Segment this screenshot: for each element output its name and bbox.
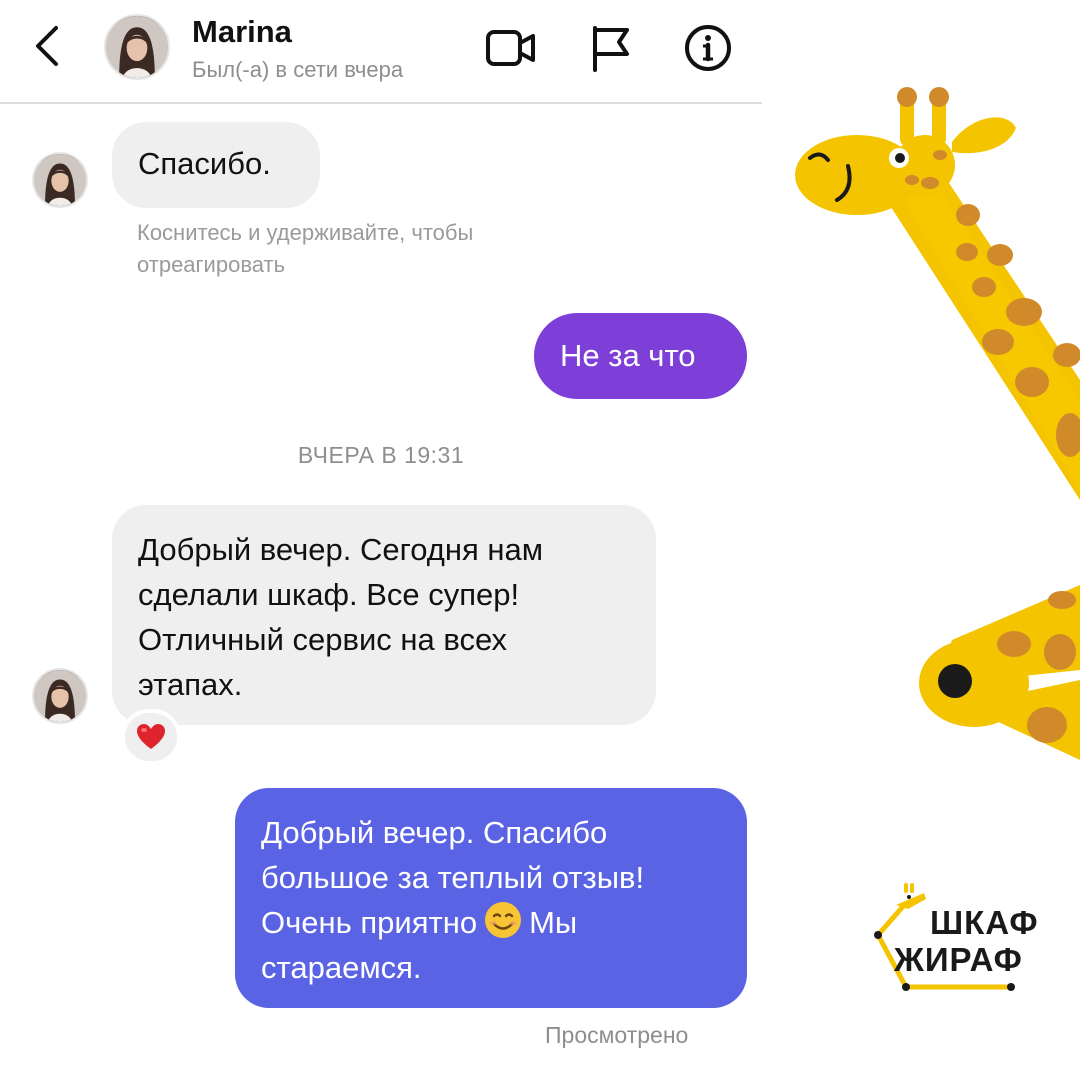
message-text: Очень приятно xyxy=(261,905,478,940)
seen-status: Просмотрено xyxy=(545,1022,689,1048)
reaction-hint: Коснитесь и удерживайте, чтобы отреагиро… xyxy=(137,220,474,277)
sender-avatar[interactable] xyxy=(32,668,88,724)
message-line: большое за теплый отзыв! xyxy=(261,860,645,895)
flag-icon xyxy=(593,26,629,72)
video-call-icon xyxy=(486,30,535,66)
smiling-face-emoji-icon xyxy=(485,902,522,938)
message-line: Добрый вечер. Спасибо xyxy=(261,815,608,850)
message-line: Очень приятно Мы xyxy=(261,900,721,945)
message-line: Добрый вечер. Сегодня нам xyxy=(138,532,544,567)
report-button[interactable] xyxy=(585,22,637,74)
video-call-button[interactable] xyxy=(485,22,537,74)
info-icon xyxy=(685,25,731,71)
message-reaction[interactable] xyxy=(121,709,181,765)
brand-logo-text: ШКАФ ЖИРАФ xyxy=(894,904,1039,976)
info-button[interactable] xyxy=(682,22,734,74)
message-bubble-outgoing[interactable]: Не за что xyxy=(534,313,747,399)
message-text: Мы xyxy=(529,905,578,940)
heart-emoji-icon xyxy=(137,724,165,749)
back-button[interactable] xyxy=(28,22,68,70)
sender-avatar[interactable] xyxy=(32,152,88,208)
contact-status: Был(-а) в сети вчера xyxy=(192,57,404,82)
message-line: Отличный сервис на всех xyxy=(138,622,508,657)
brand-line-2: ЖИРАФ xyxy=(894,941,1023,978)
brand-line-1: ШКАФ xyxy=(930,904,1039,941)
message-text: Не за что xyxy=(560,338,696,373)
giraffe-illustration xyxy=(795,87,1080,760)
contact-name[interactable]: Marina xyxy=(192,14,292,50)
chat-header: Marina Был(-а) в сети вчера xyxy=(0,0,762,104)
message-bubble-incoming[interactable]: Спасибо. xyxy=(112,122,320,208)
timestamp-divider: ВЧЕРА В 19:31 xyxy=(297,442,465,468)
contact-avatar[interactable] xyxy=(104,14,170,80)
message-text: Спасибо. xyxy=(138,146,271,181)
message-bubble-incoming[interactable]: Добрый вечер. Сегодня нам сделали шкаф. … xyxy=(112,505,656,725)
chevron-left-icon xyxy=(36,26,58,66)
message-line: сделали шкаф. Все супер! xyxy=(138,577,520,612)
message-bubble-outgoing[interactable]: Добрый вечер. Спасибо большое за теплый … xyxy=(235,788,747,1008)
message-line: стараемся. xyxy=(261,950,422,985)
message-line: этапах. xyxy=(138,667,243,702)
